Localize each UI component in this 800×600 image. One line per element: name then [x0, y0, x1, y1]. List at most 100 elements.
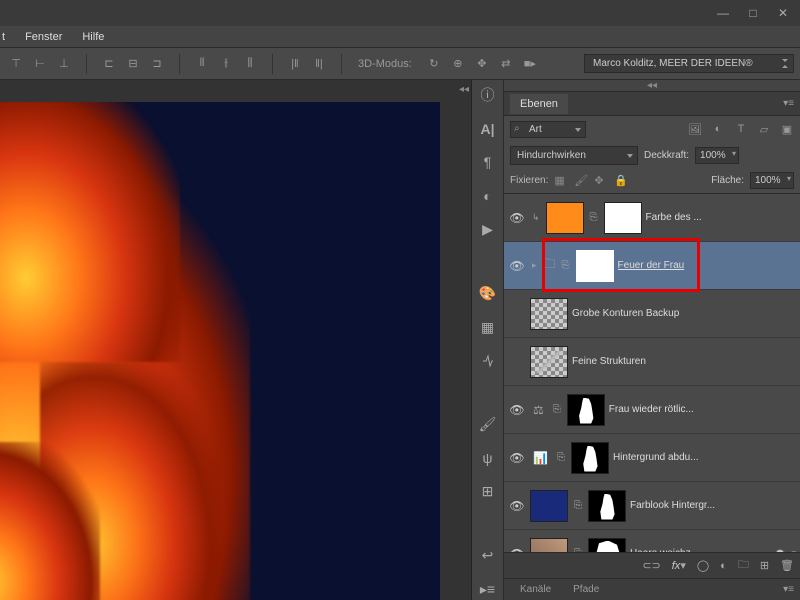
- layer-name[interactable]: Grobe Konturen Backup: [572, 308, 796, 319]
- layer-thumbnail[interactable]: [546, 202, 584, 234]
- align-bottom-icon[interactable]: ⊥: [54, 54, 74, 74]
- brush-panel-icon[interactable]: 🖌: [477, 413, 499, 435]
- layer-row[interactable]: 👁 📊 ⎘ Hintergrund abdu...: [504, 434, 800, 482]
- layer-row[interactable]: 👁 ⎘ Haare weichz... ▾: [504, 530, 800, 552]
- mask-thumbnail[interactable]: [604, 202, 642, 234]
- filter-type-icon[interactable]: T: [734, 122, 748, 136]
- layer-thumbnail[interactable]: [530, 538, 568, 553]
- mask-thumbnail[interactable]: [588, 490, 626, 522]
- new-layer-icon[interactable]: ⊞: [760, 559, 769, 572]
- workspace-dropdown[interactable]: Marco Kolditz, MEER DER IDEEN®: [584, 54, 794, 73]
- panel-menu-icon[interactable]: ▾≡: [783, 98, 794, 109]
- character-panel-icon[interactable]: A|: [477, 118, 499, 140]
- filter-adjust-icon[interactable]: ◐: [711, 122, 725, 136]
- collapse-panels-icon[interactable]: ◂◂: [459, 84, 469, 95]
- document-canvas[interactable]: [0, 102, 440, 600]
- info-panel-icon[interactable]: ⓘ: [477, 84, 499, 106]
- distribute-h-icon[interactable]: ⫲: [216, 54, 236, 74]
- visibility-toggle[interactable]: 👁: [508, 547, 526, 553]
- collapse-panel-icon[interactable]: ◂◂: [504, 80, 800, 92]
- add-mask-icon[interactable]: ◯: [697, 559, 709, 572]
- align-hcenter-icon[interactable]: ⊟: [123, 54, 143, 74]
- delete-layer-icon[interactable]: 🗑: [780, 559, 794, 572]
- layer-name[interactable]: Feuer der Frau: [618, 260, 796, 271]
- filter-smart-icon[interactable]: ▣: [780, 122, 794, 136]
- maximize-button[interactable]: □: [744, 6, 762, 20]
- blend-mode-dropdown[interactable]: Hindurchwirken: [510, 146, 638, 165]
- align-vcenter-icon[interactable]: ⊢: [30, 54, 50, 74]
- tab-paths[interactable]: Pfade: [563, 581, 609, 598]
- link-icon[interactable]: ⎘: [572, 548, 584, 552]
- layer-name[interactable]: Haare weichz...: [630, 548, 771, 552]
- clone-panel-icon[interactable]: ⊞: [477, 481, 499, 503]
- visibility-toggle[interactable]: 👁: [508, 499, 526, 513]
- layer-thumbnail[interactable]: [530, 490, 568, 522]
- mask-thumbnail[interactable]: [567, 394, 605, 426]
- align-top-icon[interactable]: ⊤: [6, 54, 26, 74]
- menu-hilfe[interactable]: Hilfe: [82, 31, 104, 43]
- distribute-left-icon[interactable]: |‖: [285, 54, 305, 74]
- color-panel-icon[interactable]: ◐: [477, 185, 499, 207]
- effects-expand-icon[interactable]: ▾: [791, 548, 796, 552]
- distribute-space-icon[interactable]: ⫼: [240, 54, 260, 74]
- panel-menu-icon[interactable]: ▾≡: [783, 584, 794, 595]
- fill-input[interactable]: 100%: [750, 172, 794, 189]
- align-right-icon[interactable]: ⊐: [147, 54, 167, 74]
- layer-name[interactable]: Hintergrund abdu...: [613, 452, 796, 463]
- tab-channels[interactable]: Kanäle: [510, 581, 561, 598]
- layer-name[interactable]: Feine Strukturen: [572, 356, 796, 367]
- 3d-slide-icon[interactable]: ⇄: [496, 54, 516, 74]
- link-icon[interactable]: ⎘: [555, 452, 567, 463]
- distribute-v-icon[interactable]: ⫴: [192, 54, 212, 74]
- mask-thumbnail[interactable]: [588, 538, 626, 553]
- 3d-scale-icon[interactable]: ■▸: [520, 54, 540, 74]
- menu-t[interactable]: t: [2, 31, 5, 43]
- 3d-rotate-icon[interactable]: ↻: [424, 54, 444, 74]
- effects-indicator-icon[interactable]: [775, 549, 785, 553]
- layer-name[interactable]: Farblook Hintergr...: [630, 500, 796, 511]
- align-left-icon[interactable]: ⊏: [99, 54, 119, 74]
- minimize-button[interactable]: —: [714, 6, 732, 20]
- adjustment-layer-icon[interactable]: ◐: [720, 560, 727, 572]
- brushpresets-panel-icon[interactable]: ψ: [477, 447, 499, 469]
- actions-panel-icon[interactable]: ▸≡: [477, 578, 499, 600]
- new-group-icon[interactable]: 🗀: [738, 556, 749, 575]
- close-button[interactable]: ✕: [774, 6, 792, 20]
- layer-filter-dropdown[interactable]: Art: [510, 121, 586, 138]
- link-layers-icon[interactable]: ⊂⊃: [642, 559, 660, 572]
- layer-style-icon[interactable]: fx▾: [672, 559, 686, 572]
- menu-fenster[interactable]: Fenster: [25, 31, 62, 43]
- layer-name[interactable]: Frau wieder rötlic...: [609, 404, 796, 415]
- link-icon[interactable]: ⎘: [588, 212, 600, 223]
- swatches-panel-icon[interactable]: 🎨: [477, 282, 499, 304]
- layer-name[interactable]: Farbe des ...: [646, 212, 796, 223]
- mask-thumbnail[interactable]: [576, 250, 614, 282]
- layer-row[interactable]: 👁 ⚖ ⎘ Frau wieder rötlic...: [504, 386, 800, 434]
- link-icon[interactable]: ⎘: [560, 260, 572, 271]
- filter-pixel-icon[interactable]: 🖼: [688, 122, 702, 136]
- 3d-roll-icon[interactable]: ⊕: [448, 54, 468, 74]
- history-panel-icon[interactable]: ↩: [477, 544, 499, 566]
- paragraph-panel-icon[interactable]: ¶: [477, 151, 499, 173]
- tab-layers[interactable]: Ebenen: [510, 94, 568, 114]
- lock-all-icon[interactable]: 🔒: [614, 174, 628, 188]
- lock-position-icon[interactable]: ✥: [594, 174, 608, 188]
- styles-panel-icon[interactable]: ▦: [477, 316, 499, 338]
- visibility-toggle[interactable]: 👁: [508, 259, 526, 273]
- visibility-toggle[interactable]: 👁: [508, 403, 526, 417]
- layer-row-selected[interactable]: 👁 ▸ 🗀 ⎘ Feuer der Frau: [504, 242, 800, 290]
- layer-thumbnail[interactable]: [530, 298, 568, 330]
- adjustments-panel-icon[interactable]: [477, 350, 499, 372]
- distribute-right-icon[interactable]: ‖|: [309, 54, 329, 74]
- layer-thumbnail[interactable]: [530, 346, 568, 378]
- filter-shape-icon[interactable]: ▱: [757, 122, 771, 136]
- layer-row[interactable]: Feine Strukturen: [504, 338, 800, 386]
- layer-row[interactable]: 👁 ↳ ⎘ Farbe des ...: [504, 194, 800, 242]
- visibility-toggle[interactable]: 👁: [508, 451, 526, 465]
- expand-arrow-icon[interactable]: ▸: [530, 260, 539, 271]
- layer-row[interactable]: Grobe Konturen Backup: [504, 290, 800, 338]
- lock-transparency-icon[interactable]: ▦: [554, 174, 568, 188]
- navigator-panel-icon[interactable]: ▶: [477, 219, 499, 241]
- lock-pixels-icon[interactable]: 🖌: [574, 174, 588, 188]
- layer-row[interactable]: 👁 ⎘ Farblook Hintergr...: [504, 482, 800, 530]
